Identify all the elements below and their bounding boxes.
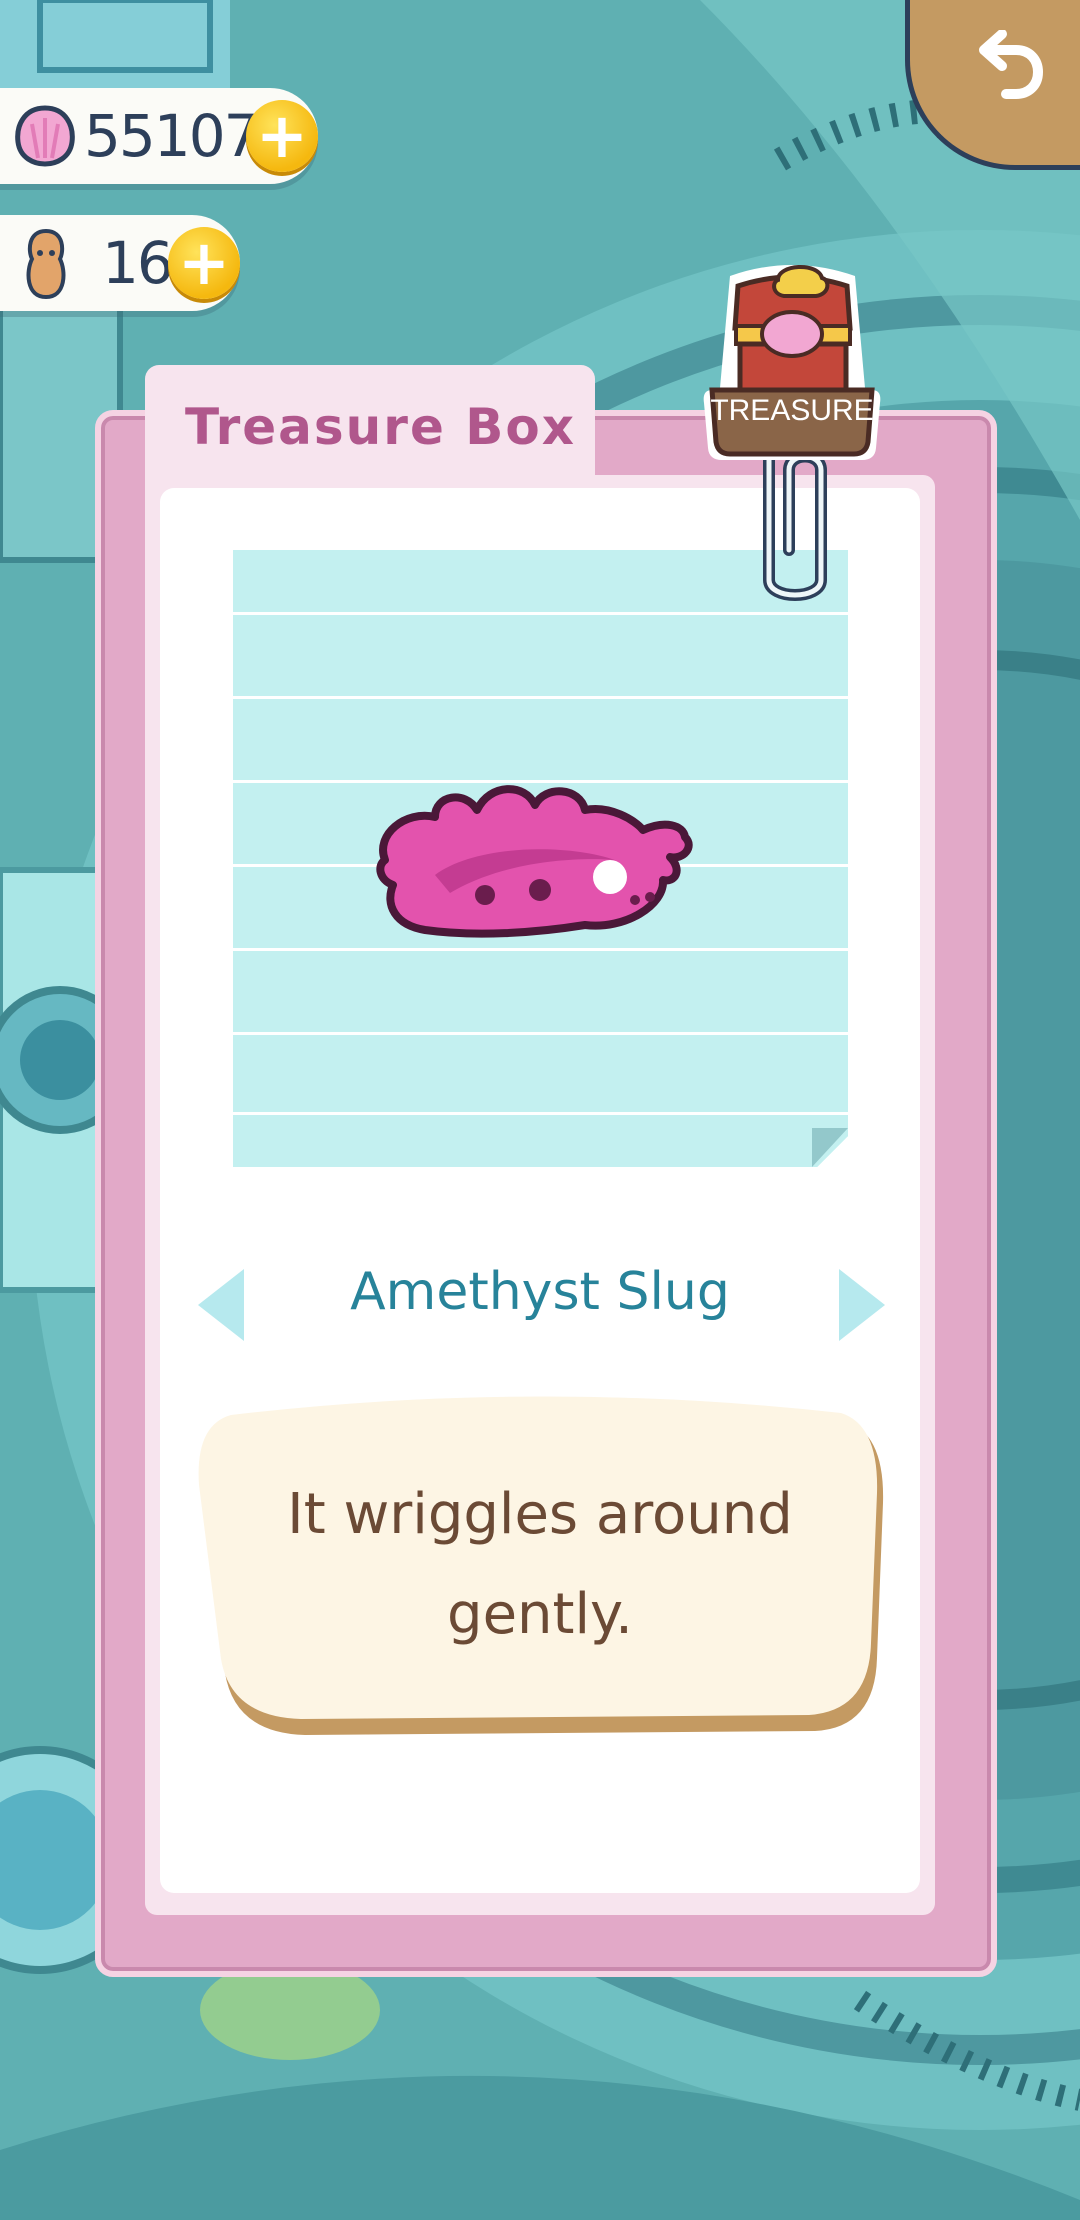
peanut-token-icon (20, 227, 72, 305)
treasure-chest-icon (703, 264, 881, 460)
paper-clip (763, 450, 827, 601)
shell-count: 55107 (84, 102, 261, 170)
pink-shell-icon (12, 104, 78, 172)
tab-title: Treasure Box (185, 398, 576, 456)
triangle-right-icon[interactable] (835, 1265, 891, 1345)
shell-currency-pill: 55107 + (0, 88, 318, 184)
add-tickets-button[interactable]: + (168, 227, 240, 299)
ticket-count: 16 (102, 229, 174, 297)
treasure-badge-label: TREASURE (710, 394, 874, 427)
ticket-currency-pill: 16 + (0, 215, 240, 311)
item-name: Amethyst Slug (350, 1262, 730, 1322)
item-description: It wriggles around gently. (287, 1482, 793, 1647)
amethyst-slug-image (376, 785, 693, 938)
undo-arrow-icon (979, 30, 1044, 99)
add-shells-button[interactable]: + (246, 100, 318, 172)
